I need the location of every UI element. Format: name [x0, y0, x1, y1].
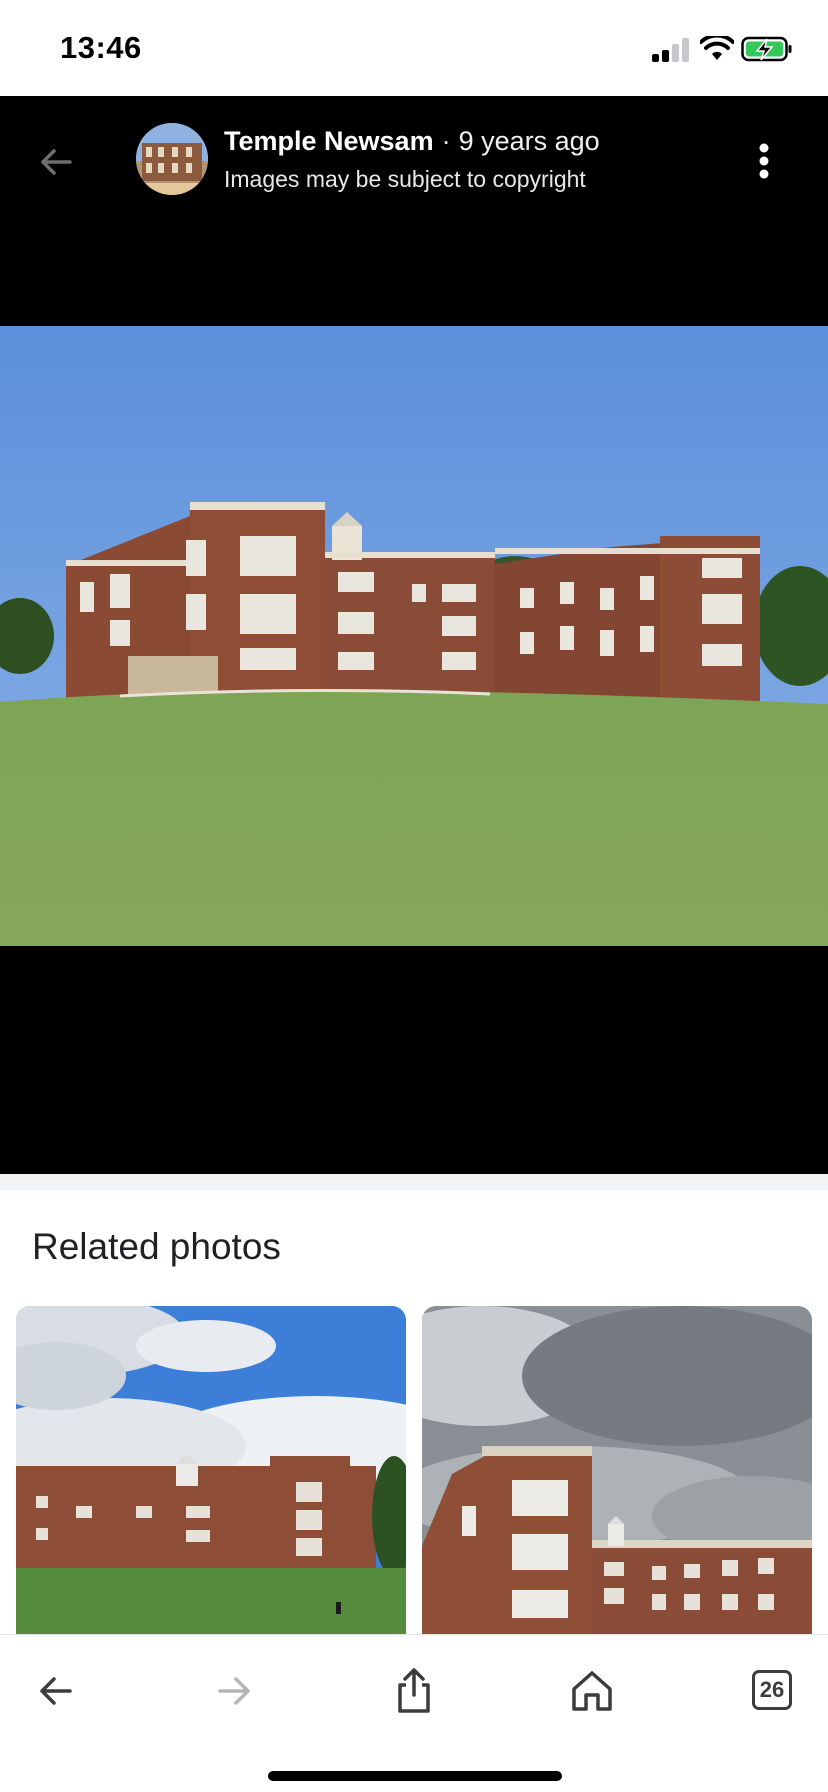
section-divider: [0, 1174, 828, 1190]
back-arrow-icon[interactable]: [34, 140, 78, 184]
tabs-icon[interactable]: 26: [752, 1670, 792, 1710]
wifi-icon: [700, 36, 734, 60]
image-age: 9 years ago: [458, 126, 600, 156]
home-icon[interactable]: [566, 1665, 618, 1717]
image-viewer: Temple Newsam · 9 years ago Images may be …: [0, 96, 828, 1174]
main-photo[interactable]: [0, 326, 828, 946]
home-indicator[interactable]: [268, 1771, 562, 1781]
copyright-notice: Images may be subject to copyright: [224, 166, 586, 192]
forward-icon[interactable]: [208, 1665, 260, 1717]
related-photos-heading: Related photos: [32, 1226, 281, 1267]
title-separator: ·: [441, 126, 451, 156]
status-time: 13:46: [60, 30, 142, 65]
related-photo-2[interactable]: [422, 1306, 812, 1634]
battery-charging-icon: [741, 36, 792, 62]
back-icon[interactable]: [30, 1665, 82, 1717]
source-name[interactable]: Temple Newsam: [224, 126, 434, 156]
related-photo-1[interactable]: [16, 1306, 406, 1634]
cellular-signal-icon: [652, 38, 692, 62]
source-title-line[interactable]: Temple Newsam · 9 years ago: [224, 126, 600, 157]
share-icon[interactable]: [388, 1665, 440, 1717]
more-vertical-icon[interactable]: [744, 138, 784, 184]
status-bar: 13:46: [0, 0, 828, 96]
source-avatar[interactable]: [136, 123, 208, 195]
browser-toolbar: 26: [0, 1634, 828, 1792]
